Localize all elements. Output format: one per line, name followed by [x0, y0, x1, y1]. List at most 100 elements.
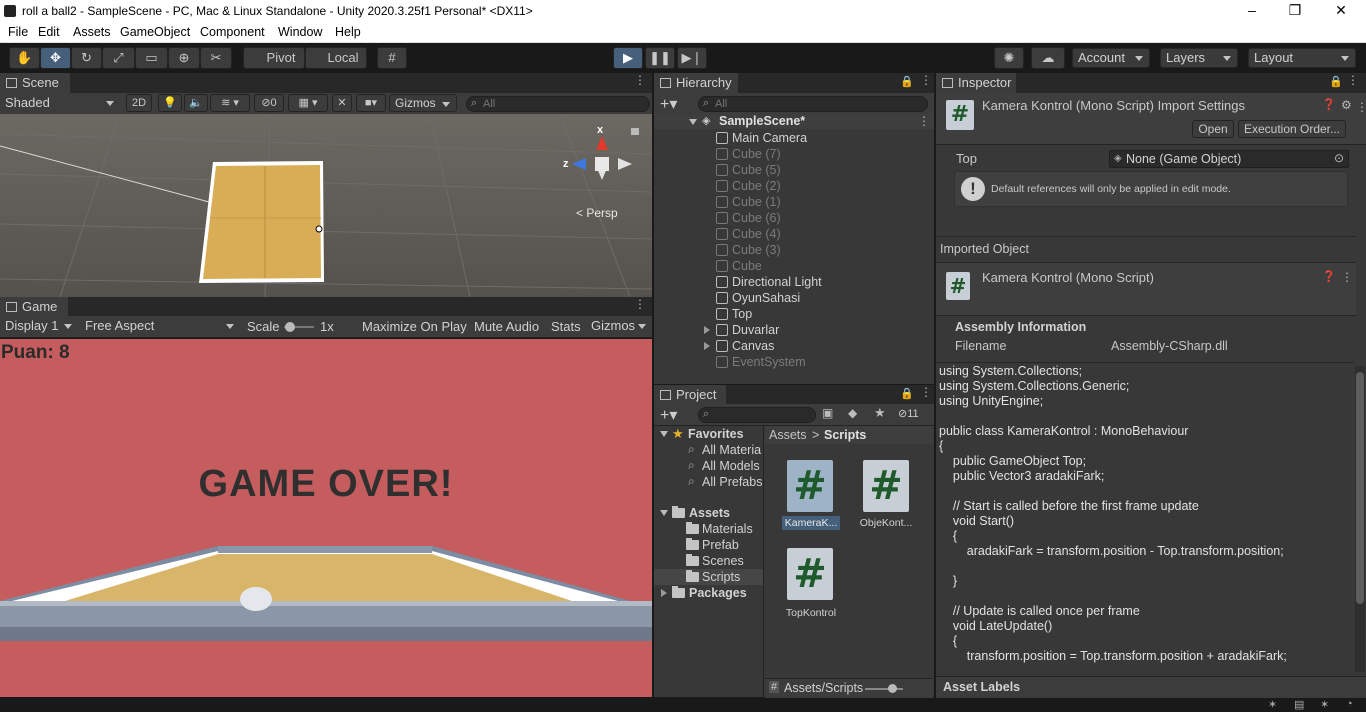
- move-tool-icon[interactable]: ✥: [40, 47, 71, 69]
- grid-snap-icon[interactable]: #: [377, 47, 407, 69]
- tab-scene[interactable]: Scene: [0, 73, 70, 93]
- play-button[interactable]: ▶: [613, 47, 643, 69]
- tab-inspector[interactable]: Inspector: [936, 73, 1016, 93]
- icon-size-thumb[interactable]: [888, 684, 897, 693]
- hierarchy-item[interactable]: EventSystem: [716, 354, 806, 370]
- tab-hierarchy[interactable]: Hierarchy: [654, 73, 738, 93]
- scale-slider-thumb[interactable]: [285, 322, 295, 332]
- file-kamerak[interactable]: KameraK...: [782, 516, 840, 530]
- hierarchy-item[interactable]: Cube (3): [716, 242, 781, 258]
- lighting-toggle-icon[interactable]: 💡: [158, 94, 182, 112]
- file-objekont[interactable]: ObjeKont...: [855, 517, 917, 529]
- status-lighting-icon[interactable]: ✶: [1320, 698, 1329, 711]
- favorites-expand-icon[interactable]: [660, 431, 668, 437]
- search-by-type-icon[interactable]: ▣: [822, 406, 833, 420]
- open-button[interactable]: Open: [1192, 120, 1234, 138]
- menu-edit[interactable]: Edit: [38, 25, 60, 39]
- minimize-icon[interactable]: –: [1240, 2, 1264, 18]
- hierarchy-item[interactable]: Top: [716, 306, 752, 322]
- help-icon[interactable]: ❓: [1322, 98, 1336, 111]
- preset-icon[interactable]: ⚙: [1341, 98, 1352, 112]
- fav-item-prefabs[interactable]: All Prefabs: [702, 475, 762, 489]
- transform-tool-icon[interactable]: ⊕: [168, 47, 200, 69]
- tab-game[interactable]: Game: [0, 297, 68, 317]
- hierarchy-item[interactable]: Cube (7): [716, 146, 781, 162]
- game-gizmos-dropdown[interactable]: Gizmos: [586, 317, 652, 337]
- scene-menu-icon[interactable]: ⋮: [634, 74, 646, 86]
- rotate-tool-icon[interactable]: ↻: [71, 47, 102, 69]
- audio-toggle-icon[interactable]: 🔈: [184, 94, 208, 112]
- hierarchy-item[interactable]: Duvarlar: [716, 322, 779, 338]
- menu-component[interactable]: Component: [200, 25, 265, 39]
- hierarchy-item[interactable]: Main Camera: [716, 130, 807, 146]
- scene-search-input[interactable]: All: [466, 96, 650, 112]
- top-object-field[interactable]: ◈ None (Game Object) ⊙: [1109, 150, 1349, 168]
- hierarchy-lock-icon[interactable]: 🔒: [900, 75, 914, 88]
- layers-dropdown[interactable]: Layers: [1160, 48, 1238, 68]
- menu-help[interactable]: Help: [335, 25, 361, 39]
- script-file-icon[interactable]: #: [863, 460, 909, 512]
- breadcrumb-scripts[interactable]: Scripts: [824, 428, 866, 442]
- packages-label[interactable]: Packages: [689, 586, 747, 600]
- hand-tool-icon[interactable]: ✋: [9, 47, 40, 69]
- favorites-label[interactable]: Favorites: [688, 427, 744, 441]
- status-cache-icon[interactable]: ▤: [1294, 698, 1304, 711]
- fav-item-materials[interactable]: All Materia: [702, 443, 761, 457]
- aspect-dropdown[interactable]: Free Aspect: [80, 317, 240, 337]
- execution-order-button[interactable]: Execution Order...: [1238, 120, 1346, 138]
- cloud-icon[interactable]: ☁: [1031, 47, 1065, 69]
- scene-expand-icon[interactable]: [689, 119, 697, 125]
- script-file-icon[interactable]: #: [787, 548, 833, 600]
- local-button[interactable]: Local: [305, 47, 367, 69]
- hierarchy-search-input[interactable]: All: [698, 96, 928, 112]
- file-topkontrol[interactable]: TopKontrol: [777, 607, 845, 619]
- shading-dropdown[interactable]: Shaded: [0, 94, 120, 114]
- mode-2d-button[interactable]: 2D: [126, 94, 152, 112]
- inspector-menu-icon[interactable]: ⋮: [1347, 74, 1359, 86]
- hidden-objects-button[interactable]: ⊘0: [254, 94, 284, 112]
- project-hidden-button[interactable]: ⊘11: [898, 407, 919, 420]
- tools-icon[interactable]: ✕: [332, 94, 352, 112]
- project-add-button[interactable]: +▾: [660, 405, 677, 425]
- hierarchy-add-button[interactable]: +▾: [660, 94, 677, 114]
- pause-button[interactable]: ❚❚: [645, 47, 675, 69]
- effects-toggle-icon[interactable]: ≋ ▾: [210, 94, 250, 112]
- status-progress-icon[interactable]: ◔: [1346, 698, 1353, 710]
- pivot-button[interactable]: Pivot: [243, 47, 305, 69]
- search-by-label-icon[interactable]: ◆: [848, 406, 857, 420]
- stats-button[interactable]: Stats: [551, 319, 581, 334]
- assets-label[interactable]: Assets: [689, 506, 730, 520]
- scene-root-row[interactable]: ◈ SampleScene* ⋮: [654, 114, 934, 129]
- object-picker-icon[interactable]: ⊙: [1334, 151, 1344, 165]
- code-scroll-thumb[interactable]: [1356, 372, 1364, 604]
- favorites-star-icon[interactable]: ★: [874, 405, 886, 421]
- account-dropdown[interactable]: Account: [1072, 48, 1150, 68]
- asset-labels-title[interactable]: Asset Labels: [943, 680, 1020, 694]
- project-lock-icon[interactable]: 🔒: [900, 387, 914, 400]
- menu-gameobject[interactable]: GameObject: [120, 25, 190, 39]
- code-scrollbar[interactable]: [1355, 366, 1365, 672]
- imported-menu-icon[interactable]: ⋮: [1341, 270, 1353, 284]
- hierarchy-item[interactable]: Canvas: [716, 338, 774, 354]
- collab-icon[interactable]: ✺: [994, 47, 1024, 69]
- status-bug-icon[interactable]: ✶: [1268, 698, 1277, 711]
- step-button[interactable]: ▶❘: [677, 47, 707, 69]
- scene-view[interactable]: x z < Persp: [0, 114, 652, 297]
- scale-tool-icon[interactable]: ⤢: [102, 47, 135, 69]
- imported-help-icon[interactable]: ❓: [1322, 270, 1336, 283]
- close-icon[interactable]: ✕: [1329, 2, 1353, 19]
- expand-arrow-icon[interactable]: [704, 326, 710, 334]
- packages-expand-icon[interactable]: [661, 589, 667, 597]
- grid-toggle-icon[interactable]: ▦ ▾: [288, 94, 328, 112]
- custom-tool-icon[interactable]: ✂: [200, 47, 232, 69]
- folder-scripts[interactable]: Scripts: [702, 570, 740, 584]
- icon-size-slider[interactable]: [865, 688, 903, 690]
- folder-prefab[interactable]: Prefab: [702, 538, 739, 552]
- hierarchy-item[interactable]: OyunSahasi: [716, 290, 800, 306]
- layout-dropdown[interactable]: Layout: [1248, 48, 1356, 68]
- folder-materials[interactable]: Materials: [702, 522, 753, 536]
- restore-icon[interactable]: ❐: [1283, 2, 1307, 19]
- game-menu-icon[interactable]: ⋮: [634, 298, 646, 310]
- project-menu-icon[interactable]: ⋮: [920, 386, 932, 398]
- persp-label[interactable]: < Persp: [576, 206, 618, 220]
